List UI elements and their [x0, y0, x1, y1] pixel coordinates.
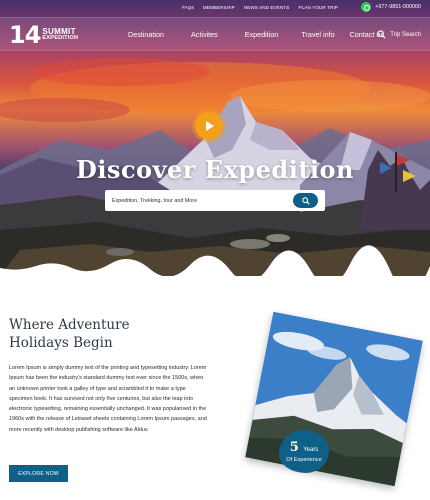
about-title-line-1: Where Adventure	[9, 317, 130, 333]
badge-years: Years	[303, 447, 319, 453]
hero-search-input[interactable]	[105, 190, 295, 211]
logo-line-2: EXPEDITION	[42, 35, 79, 41]
nav-item-activities[interactable]: Activites	[191, 30, 218, 39]
mountain-photo	[245, 311, 423, 487]
nav-item-travel-info[interactable]: Travel info	[301, 30, 334, 39]
nav-menu: Destination Activites Expedition Travel …	[128, 30, 384, 39]
top-link-membership[interactable]: MEMBERSHIP	[203, 5, 235, 10]
experience-badge: 5 Years Of Experience	[279, 430, 329, 473]
phone-contact[interactable]: +977-9851-000000	[361, 2, 421, 12]
mountain-photo-illustration	[245, 311, 423, 487]
search-icon	[377, 30, 386, 39]
site-logo[interactable]: 14 SUMMIT EXPEDITION	[9, 22, 78, 48]
search-icon	[301, 196, 310, 205]
top-bar: FAQs MEMBERSHIP NEWS AND EVENTS PLAN YOU…	[0, 0, 430, 16]
top-link-news-events[interactable]: NEWS AND EVENTS	[244, 5, 290, 10]
main-navbar: 14 SUMMIT EXPEDITION Destination Activit…	[0, 17, 430, 51]
hero-search-submit-button[interactable]	[293, 193, 318, 208]
about-title-line-2: Holidays Begin	[9, 335, 113, 351]
logo-words: SUMMIT EXPEDITION	[42, 28, 78, 42]
top-link-faqs[interactable]: FAQs	[182, 5, 194, 10]
phone-number: +977-9851-000000	[375, 4, 421, 10]
trip-search-label: Trip Search	[390, 31, 421, 38]
nav-item-destination[interactable]: Destination	[128, 30, 164, 39]
trip-search-button[interactable]: Trip Search	[377, 30, 421, 39]
top-link-plan-trip[interactable]: PLAN YOUR TRIP	[298, 5, 338, 10]
hero-title: Discover Expedition	[76, 155, 354, 184]
about-title: Where Adventure Holidays Begin	[9, 316, 169, 352]
logo-number: 14	[9, 21, 41, 49]
badge-number: 5	[289, 440, 299, 455]
explore-now-button[interactable]: EXPLORE NOW	[9, 465, 68, 482]
nav-item-expedition[interactable]: Expedition	[245, 30, 279, 39]
badge-label: Of Experience	[286, 457, 322, 463]
play-icon	[206, 121, 214, 131]
logo-line-1: SUMMIT	[42, 27, 76, 36]
about-body-text: Lorem Ipsum is simply dummy text of the …	[9, 365, 207, 433]
whatsapp-icon	[361, 2, 372, 12]
hero-section: FAQs MEMBERSHIP NEWS AND EVENTS PLAN YOU…	[0, 0, 430, 276]
play-video-button[interactable]	[195, 112, 223, 140]
top-links: FAQs MEMBERSHIP NEWS AND EVENTS PLAN YOU…	[182, 5, 338, 10]
hero-search-bar	[105, 190, 325, 211]
